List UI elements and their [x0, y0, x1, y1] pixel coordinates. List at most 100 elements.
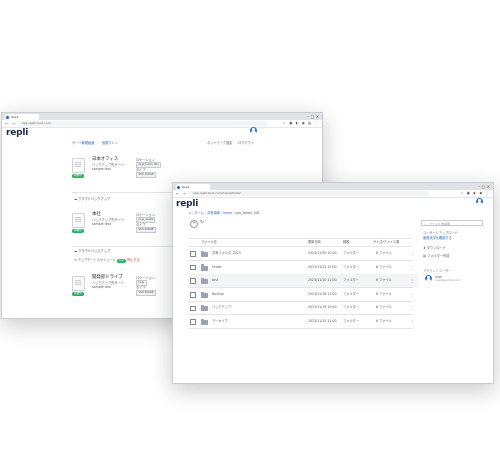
row-name[interactable]: 共有フォルダ_2023 [212, 247, 241, 260]
schedule-stop-link[interactable]: 停止する [127, 258, 140, 262]
column-header-date[interactable]: 更新日時 [308, 240, 321, 244]
table-row[interactable]: test 2023/11/20 11:00 フォルダー 6 ファイル ⋮ [188, 274, 418, 288]
row-name[interactable]: バックアップ [212, 301, 231, 314]
more-options-icon[interactable]: ⋮ [410, 288, 414, 301]
card-meta: sample text [92, 167, 111, 171]
window-controls[interactable]: – ▢ ✕ [478, 184, 490, 189]
folder-icon [201, 277, 208, 285]
user-avatar-icon[interactable] [476, 198, 483, 205]
schedule-label: アップデートスケジュール [77, 258, 116, 262]
tab-label: Repli [182, 185, 190, 189]
breadcrumb-item[interactable]: サーバ管理画面 [72, 141, 94, 145]
row-type: フォルダー [343, 264, 359, 269]
server-card[interactable]: 日本オフィス バックアップ先サーバ sample text 稼働中 ロケーション… [72, 157, 172, 196]
window-controls[interactable]: – ▢ ✕ [307, 114, 319, 119]
spec-value: SSD 200GB [136, 227, 156, 233]
card-title: 開発部ドライブ [92, 275, 123, 280]
more-options-icon[interactable]: ⋮ [410, 301, 414, 314]
table-row[interactable]: アーカイブ 2023/11/15 11:00 フォルダー 8 ファイル ⋮ [188, 315, 418, 328]
row-type: フォルダー [343, 278, 359, 283]
row-date: 2023/11/16 10:00 [308, 305, 337, 310]
breadcrumb: ⌂ › ホーム › 共有領域 › home › sub_folder_001 [189, 211, 260, 215]
url-field[interactable]: app.replicloud.com/home/folder [189, 191, 429, 196]
account-heading: アカウントユーザー [423, 269, 452, 273]
row-checkbox[interactable] [190, 319, 196, 325]
column-header-name[interactable]: ファイル名 [201, 240, 217, 244]
column-header-type[interactable]: 種類 [343, 240, 349, 244]
search-icon: ⌕ [424, 222, 426, 226]
row-size: 8 ファイル [376, 319, 392, 323]
front-browser-window: Repli – ▢ ✕ ← → ↻ app.replicloud.com/hom… [172, 182, 494, 384]
folder-icon [201, 264, 208, 271]
card-meta: sample text [92, 285, 111, 289]
table-row[interactable]: Finder 2023/11/22 15:00 フォルダー 8 ファイル ⋮ [188, 261, 418, 274]
row-name[interactable]: test [212, 274, 218, 287]
app-logo: repli [176, 199, 199, 209]
row-date: 2023/11/30 10:00 [308, 251, 337, 255]
add-button[interactable]: + [190, 220, 198, 228]
side-heading: ユーザーとアップロード [423, 231, 458, 235]
row-size: 8 ファイル [376, 264, 392, 269]
row-checkbox[interactable] [190, 278, 196, 285]
server-thumbnail-icon [72, 276, 85, 291]
side-item-label: フォルダー作成 [427, 254, 450, 258]
status-badge: 稼働中 [72, 292, 84, 296]
more-options-icon[interactable]: ⋮ [410, 247, 414, 260]
card-meta: sample text [92, 222, 111, 226]
logout-link[interactable]: ログアウト [238, 141, 254, 145]
network-settings-link[interactable]: ネットワーク設定 [207, 141, 233, 145]
section-heading: ☁ クラウドバックアップ [74, 197, 111, 201]
breadcrumb-item[interactable]: home [223, 211, 232, 215]
server-card[interactable]: 開発部ドライブ バックアップ先サーバ sample text 稼働中 ロケーショ… [72, 275, 172, 314]
row-name[interactable]: Backup [212, 288, 224, 301]
row-checkbox[interactable] [190, 264, 196, 271]
breadcrumb-item[interactable]: 共有領域 [207, 211, 220, 215]
table-row[interactable]: Backup 2023/11/18 11:00 フォルダー 8 ファイル ⋮ [188, 288, 418, 301]
side-item-download[interactable]: ⬇ ダウンロード [423, 246, 446, 250]
tab-label: Repli [11, 115, 19, 119]
side-item-new-folder[interactable]: ▤ フォルダー作成 [423, 254, 449, 258]
row-type: フォルダー [343, 251, 359, 255]
server-thumbnail-icon [72, 213, 85, 228]
row-date: 2023/11/22 15:00 [308, 264, 337, 269]
column-header-size[interactable]: サイズ/ファイル数 [373, 240, 399, 244]
usage-link[interactable]: 使用状況を確認する [423, 236, 452, 240]
download-icon: ⬇ [423, 246, 426, 250]
row-checkbox[interactable] [190, 251, 196, 257]
row-name[interactable]: アーカイブ [212, 315, 228, 328]
row-name[interactable]: Finder [212, 261, 222, 274]
favicon-icon [177, 185, 180, 189]
search-placeholder: ファイルを検索 [429, 222, 451, 226]
file-search-input[interactable]: ⌕ ファイルを検索 [421, 220, 483, 226]
table-row[interactable]: バックアップ 2023/11/16 10:00 フォルダー 8 ファイル ⋮ [188, 301, 418, 314]
folder-icon [201, 318, 208, 325]
row-date: 2023/11/20 11:00 [308, 278, 337, 283]
refresh-icon[interactable]: ↻ [200, 220, 204, 225]
more-options-icon[interactable]: ⋮ [410, 315, 414, 328]
status-badge: 稼働中 [72, 174, 84, 178]
row-checkbox[interactable] [190, 305, 196, 312]
tab-bar: Repli – ▢ ✕ [173, 183, 493, 190]
spec-value: SSD 500GB [136, 290, 156, 296]
breadcrumb-item[interactable]: ホーム [194, 211, 203, 215]
row-size: 8 ファイル [376, 291, 392, 296]
row-checkbox[interactable] [190, 292, 196, 298]
table-row[interactable]: 共有フォルダ_2023 2023/11/30 10:00 フォルダー 8 ファイル ⋮ [188, 247, 418, 260]
account-avatar-icon [425, 275, 432, 282]
breadcrumb-item[interactable]: 仮想マシン [102, 141, 118, 145]
extension-icons[interactable]: ☆ ▣ ◐ ◆ ⋮ [460, 190, 490, 197]
url-field[interactable]: app.replicloud.com [18, 121, 268, 126]
more-options-icon[interactable]: ⋮ [410, 261, 414, 274]
more-options-icon[interactable]: ⋮ [410, 274, 414, 287]
extension-icons[interactable]: ☆ ▣ ◐ ◆ ▤ ⋮ [283, 120, 319, 127]
row-date: 2023/11/15 11:00 [308, 319, 337, 323]
user-avatar-icon[interactable] [250, 127, 257, 134]
address-bar: ← → ↻ app.replicloud.com/home/folder ☆ ▣… [173, 190, 493, 198]
home-icon[interactable]: ⌂ [189, 211, 191, 215]
card-title: 本社 [92, 212, 101, 217]
row-size: 8 ファイル [376, 305, 392, 310]
server-thumbnail-icon [72, 158, 85, 173]
row-date: 2023/11/18 11:00 [308, 291, 337, 296]
section-heading: ☁ クラウドバックアップ [74, 249, 111, 253]
status-badge: 稼働中 [72, 229, 84, 233]
